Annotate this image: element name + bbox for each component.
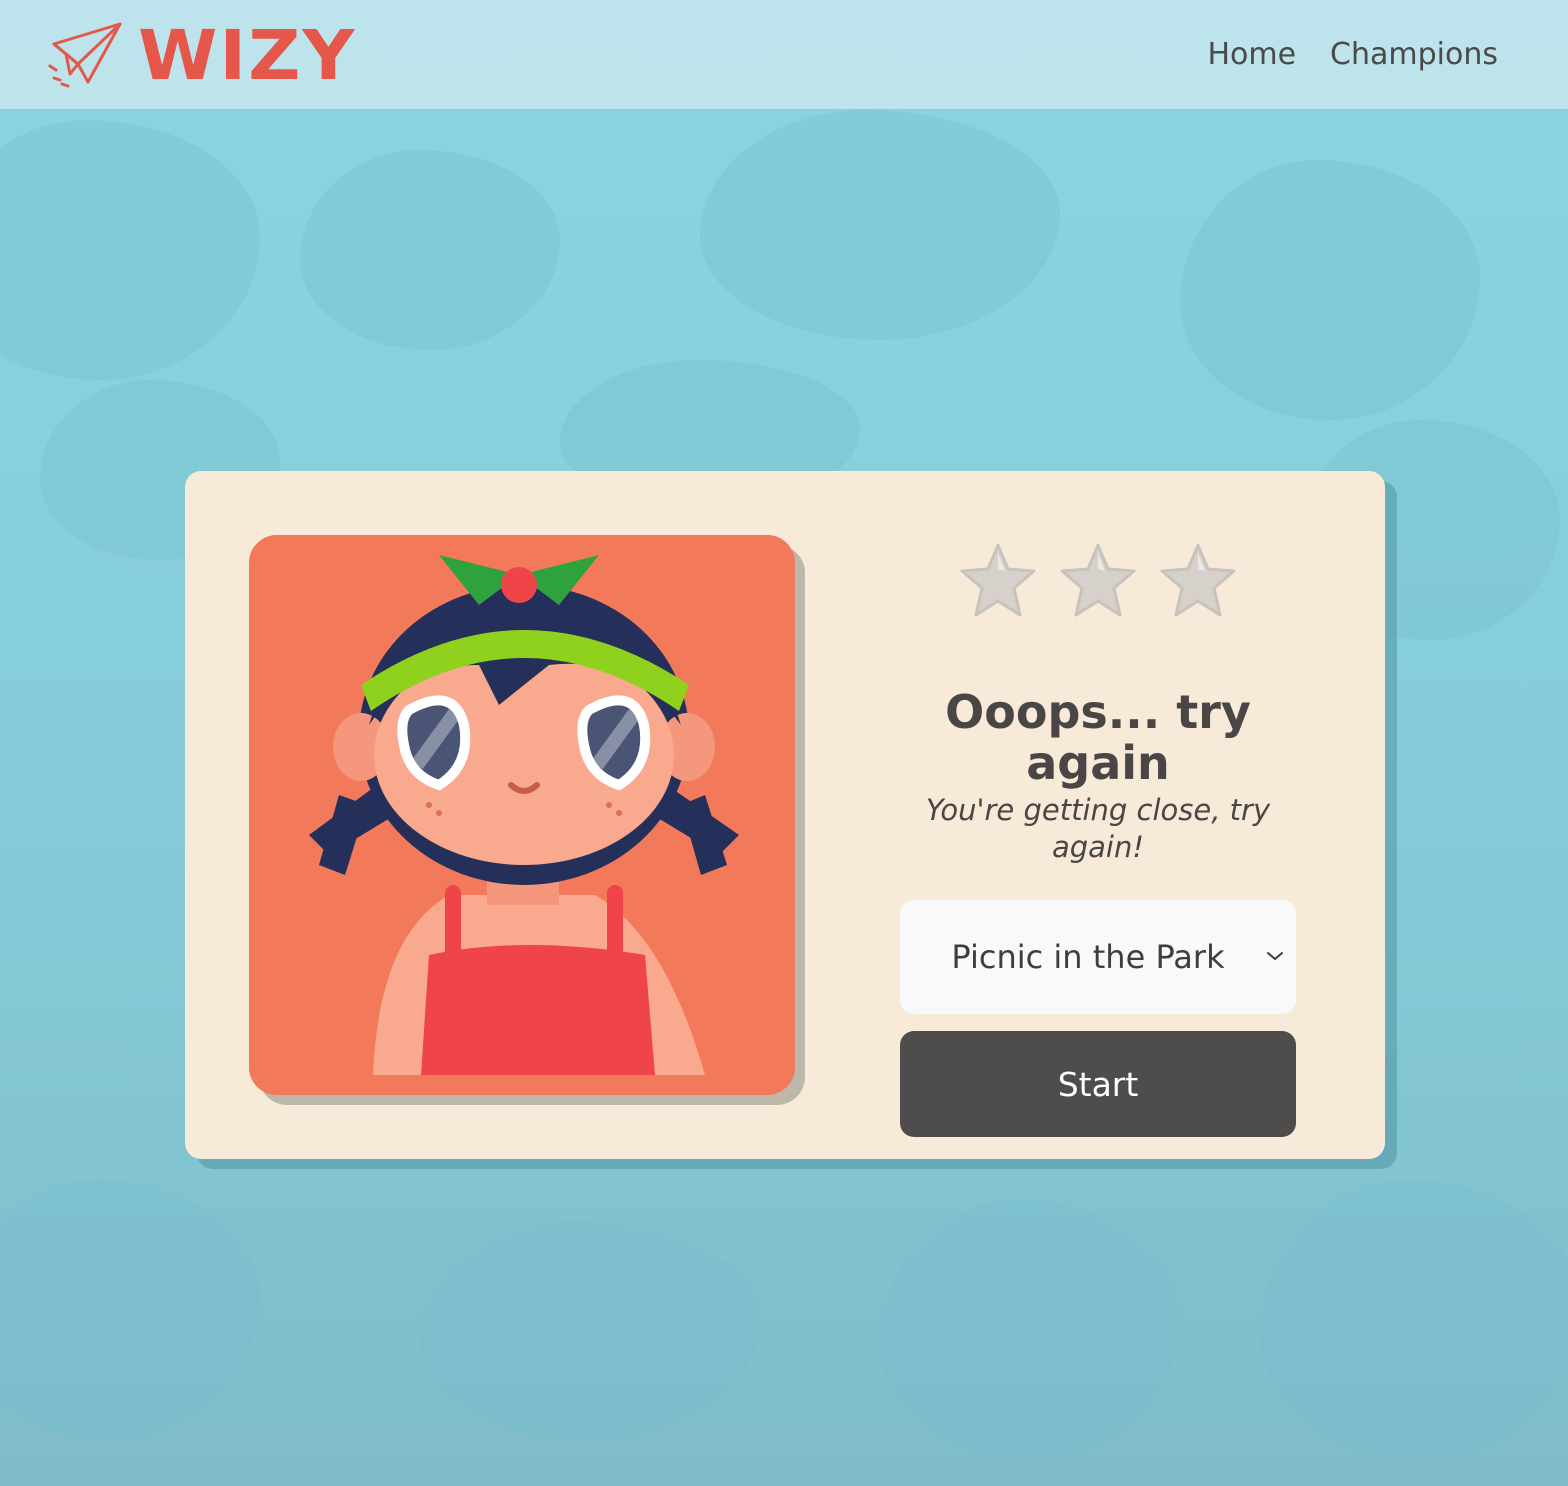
brand-logo[interactable]: WIZY <box>48 19 357 91</box>
top-navbar: WIZY Home Champions <box>0 0 1568 110</box>
chevron-down-icon <box>1267 952 1283 961</box>
result-panel: Ooops... try again You're getting close,… <box>900 541 1296 1138</box>
paper-plane-icon <box>48 22 122 87</box>
girl-avatar-image <box>249 535 795 1095</box>
avatar-illustration <box>249 535 795 1095</box>
star-rating <box>900 541 1296 625</box>
main-nav: Home Champions <box>1207 37 1498 72</box>
result-subtitle: You're getting close, try again! <box>925 793 1271 865</box>
scenario-select-value: Picnic in the Park <box>951 938 1225 977</box>
result-title: Ooops... try again <box>945 685 1251 790</box>
nav-champions-link[interactable]: Champions <box>1330 37 1498 72</box>
result-card: Ooops... try again You're getting close,… <box>185 471 1385 1159</box>
scenario-select[interactable]: Picnic in the Park <box>900 900 1296 1015</box>
star-icon <box>960 543 1036 617</box>
star-icon <box>1160 543 1236 617</box>
brand-wordmark: WIZY <box>138 14 357 95</box>
star-icon <box>1060 543 1136 617</box>
nav-home-link[interactable]: Home <box>1207 37 1296 72</box>
start-button[interactable]: Start <box>900 1031 1296 1138</box>
